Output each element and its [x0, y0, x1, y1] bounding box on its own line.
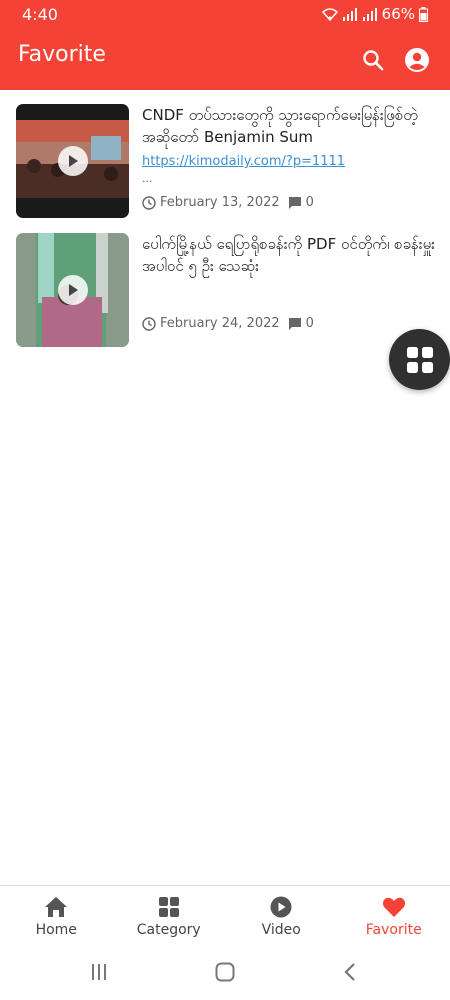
- list-item[interactable]: CNDF တပ်သားတွေကို သွားရောက်မေးမြန်းဖြစ်တ…: [16, 104, 436, 218]
- battery-icon: [419, 6, 428, 22]
- nav-label: Favorite: [365, 922, 422, 938]
- article-title[interactable]: ပေါက်မြို့နယ် ရေပြာရိုစခန်းကို PDF ဝင်တိ…: [142, 233, 436, 277]
- list-item[interactable]: ပေါက်မြို့နယ် ရေပြာရိုစခန်းကို PDF ဝင်တိ…: [16, 233, 436, 347]
- nav-label: Home: [35, 922, 77, 938]
- article-meta: February 24, 2022 0: [142, 316, 314, 331]
- nav-label: Category: [136, 922, 201, 938]
- grid-icon: [406, 346, 433, 373]
- account-icon: [405, 48, 429, 72]
- nav-item-home[interactable]: Home: [0, 886, 113, 947]
- nav-label: Video: [261, 922, 301, 938]
- play-circle-icon: [270, 896, 292, 918]
- account-button[interactable]: [401, 44, 433, 76]
- comment-count: 0: [305, 195, 314, 210]
- search-button[interactable]: [357, 44, 389, 76]
- signal-icon: [342, 8, 357, 21]
- heart-icon: [382, 897, 405, 917]
- app-bar: Favorite: [0, 30, 450, 90]
- system-nav-bar: [0, 947, 450, 1000]
- grid-icon: [158, 897, 179, 917]
- status-time: 4:40: [22, 5, 58, 24]
- page-title: Favorite: [18, 42, 106, 67]
- nav-item-video[interactable]: Video: [225, 886, 338, 947]
- nav-item-favorite[interactable]: Favorite: [338, 886, 450, 947]
- wifi-icon: [321, 8, 338, 21]
- article-date: February 24, 2022: [160, 316, 280, 331]
- excerpt-ellipsis: ...: [142, 172, 153, 185]
- recent-apps-icon[interactable]: [89, 962, 109, 982]
- signal-icon: [362, 8, 377, 21]
- category-fab-button[interactable]: [389, 329, 450, 390]
- home-icon: [45, 897, 68, 917]
- status-bar: 4:40 66%: [0, 0, 450, 30]
- comment-icon: [288, 196, 301, 209]
- article-title[interactable]: CNDF တပ်သားတွေကို သွားရောက်မေးမြန်းဖြစ်တ…: [142, 104, 436, 148]
- play-icon: [58, 146, 88, 176]
- comment-icon: [288, 317, 301, 330]
- article-meta: February 13, 2022 0: [142, 195, 314, 210]
- article-date: February 13, 2022: [160, 195, 280, 210]
- comment-count: 0: [305, 316, 314, 331]
- battery-percent: 66%: [381, 5, 415, 23]
- play-icon: [58, 275, 88, 305]
- nav-item-category[interactable]: Category: [113, 886, 226, 947]
- video-thumbnail[interactable]: [16, 104, 129, 218]
- clock-icon: [142, 195, 156, 210]
- back-icon[interactable]: [342, 962, 358, 982]
- clock-icon: [142, 316, 156, 331]
- status-icons: 66%: [321, 5, 428, 23]
- search-icon: [363, 50, 384, 71]
- video-thumbnail[interactable]: [16, 233, 129, 347]
- article-link[interactable]: https://kimodaily.com/?p=1111: [142, 154, 345, 169]
- bottom-nav: Home Category Video Favorite: [0, 885, 450, 947]
- home-system-icon[interactable]: [214, 962, 236, 982]
